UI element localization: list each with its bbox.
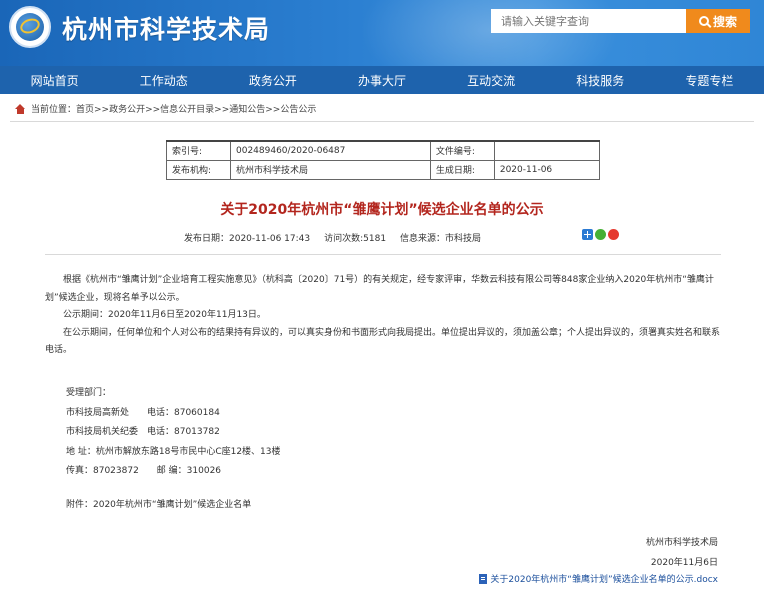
breadcrumb-text[interactable]: 当前位置：首页>>政务公开>>信息公开目录>>通知公告>>公告公示 [31, 102, 316, 115]
breadcrumb: 当前位置：首页>>政务公开>>信息公开目录>>通知公告>>公告公示 [15, 102, 316, 115]
signoff-date: 2020年11月6日 [650, 558, 718, 568]
index-value: 002489460/2020-06487 [230, 140, 431, 161]
index-label: 索引号: [166, 140, 231, 161]
search-icon [698, 16, 709, 26]
contact-block: 受理部门： 市科技局高新处 电话：87060184 市科技局机关纪委 电话：87… [66, 384, 281, 482]
site-header: 杭州市科学技术局 搜索 [0, 0, 764, 66]
attachment-file-link[interactable]: 关于2020年杭州市“雏鹰计划”候选企业名单的公示.docx [479, 572, 718, 585]
meta-row: 发布机构: 杭州市科学技术局 生成日期: 2020-11-06 [166, 159, 601, 180]
home-icon [15, 103, 26, 114]
content-divider [45, 254, 721, 255]
date-value: 2020-11-06 [493, 159, 601, 180]
wechat-share-icon[interactable] [595, 229, 606, 240]
contact-line: 传真：87023872 邮 编：310026 [66, 466, 222, 476]
attachment-label: 附件：2020年杭州市“雏鹰计划”候选企业名单 [66, 500, 252, 510]
site-title: 杭州市科学技术局 [62, 15, 271, 44]
share-buttons [582, 229, 619, 240]
publish-date: 发布日期：2020-11-06 17:43 [184, 234, 311, 244]
word-document-icon [479, 573, 488, 584]
view-count: 访问次数:5181 [324, 234, 387, 244]
nav-item-home[interactable]: 网站首页 [0, 66, 109, 94]
article-title: 关于2020年杭州市“雏鹰计划”候选企业名单的公示 [220, 202, 544, 218]
signoff-org: 杭州市科学技术局 [645, 538, 718, 548]
contact-line: 市科技局机关纪委 电话：87013782 [66, 427, 220, 437]
search-button-label: 搜索 [712, 14, 737, 29]
weibo-share-icon[interactable] [608, 229, 619, 240]
meta-row: 索引号: 002489460/2020-06487 文件编号: [166, 140, 601, 161]
site-logo[interactable] [9, 6, 51, 48]
nav-item-tech-service[interactable]: 科技服务 [546, 66, 655, 94]
publisher-value: 杭州市科学技术局 [230, 159, 431, 180]
search-button[interactable]: 搜索 [686, 9, 750, 33]
publish-info: 发布日期：2020-11-06 17:43 访问次数:5181 信息来源：市科技… [184, 231, 481, 244]
attachment-file-name[interactable]: 关于2020年杭州市“雏鹰计划”候选企业名单的公示.docx [490, 572, 718, 585]
contact-line: 地 址：杭州市解放东路18号市民中心C座12楼、13楼 [66, 446, 281, 457]
main-nav: 网站首页 工作动态 政务公开 办事大厅 互动交流 科技服务 专题专栏 [0, 66, 764, 94]
contact-line: 市科技局高新处 电话：87060184 [66, 407, 220, 418]
docno-value [493, 140, 601, 161]
contact-line: 受理部门： [66, 388, 112, 398]
body-paragraph: 根据《杭州市“雏鹰计划”企业培育工程实施意见》（杭科高〔2020〕71号）的有关… [45, 275, 714, 303]
breadcrumb-divider [10, 121, 754, 122]
share-more-icon[interactable] [582, 229, 593, 240]
date-label: 生成日期: [429, 159, 495, 180]
body-paragraph: 在公示期间，任何单位和个人对公布的结果持有异议的，可以真实身份和书面形式向我局提… [45, 327, 721, 356]
info-source: 信息来源：市科技局 [400, 234, 482, 244]
publisher-label: 发布机构: [166, 159, 231, 180]
docno-label: 文件编号: [429, 140, 495, 161]
nav-item-service-hall[interactable]: 办事大厅 [327, 66, 436, 94]
nav-item-interaction[interactable]: 互动交流 [437, 66, 546, 94]
search-input[interactable] [491, 9, 686, 33]
signoff: 杭州市科学技术局 2020年11月6日 [646, 533, 718, 573]
nav-item-special-topics[interactable]: 专题专栏 [655, 66, 764, 94]
body-paragraph: 公示期间：2020年11月6日至2020年11月13日。 [63, 310, 266, 320]
nav-item-gov-affairs[interactable]: 政务公开 [218, 66, 327, 94]
article-body: 根据《杭州市“雏鹰计划”企业培育工程实施意见》（杭科高〔2020〕71号）的有关… [45, 272, 721, 360]
document-meta-table: 索引号: 002489460/2020-06487 文件编号: 发布机构: 杭州… [166, 140, 601, 180]
nav-item-work-news[interactable]: 工作动态 [109, 66, 218, 94]
